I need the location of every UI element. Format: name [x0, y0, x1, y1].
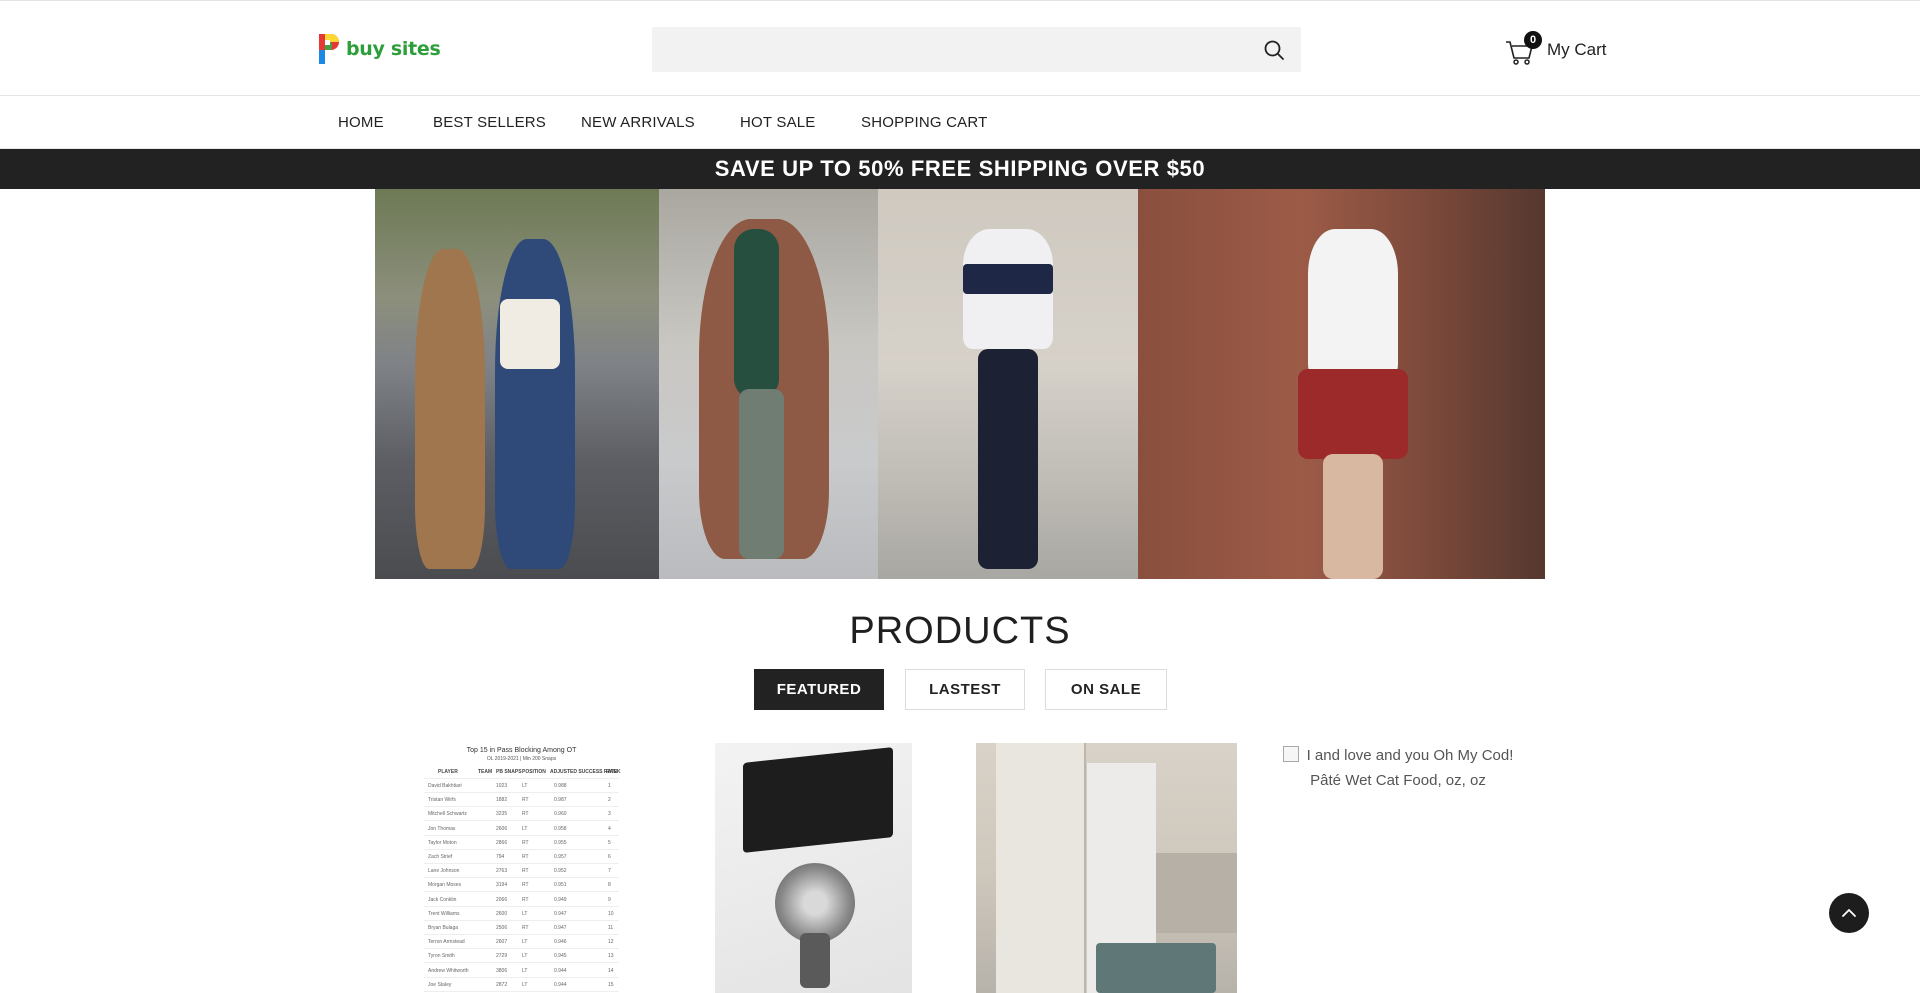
shelf-unit: [996, 743, 1086, 993]
promo-banner: SAVE UP TO 50% FREE SHIPPING OVER $50: [0, 149, 1920, 189]
cart-icon: 0: [1505, 31, 1542, 66]
product-image-2[interactable]: [715, 743, 912, 993]
nav-home[interactable]: HOME: [338, 114, 384, 131]
image-table-header: PLAYER TEAM PB SNAPS POSITION ADJUSTED S…: [424, 765, 620, 779]
reel-box: [743, 747, 893, 853]
search-bar: [652, 27, 1301, 72]
image-table-subtitle: OL 2019-2021 | Min 200 Snaps: [486, 756, 557, 762]
back-to-top-button[interactable]: [1829, 893, 1869, 933]
bunk-bed: [1156, 853, 1237, 933]
image-table-row: Trent Williams 2600 LT 0.947 10: [424, 907, 619, 921]
image-table-row: Andrew Whitworth 3806 LT 0.944 14: [424, 964, 619, 978]
hero-banner[interactable]: [375, 189, 1545, 579]
image-table-row: Lane Johnson 2763 RT 0.952 7: [424, 864, 619, 879]
image-table-row: Joe Staley 2872 LT 0.944 15: [424, 978, 619, 992]
reel-spool: [775, 863, 855, 943]
nav-hot-sale[interactable]: HOT SALE: [740, 114, 816, 131]
image-table-row: Morgan Moses 3194 RT 0.951 8: [424, 878, 619, 893]
image-table-row: Terron Armstead 2607 LT 0.946 12: [424, 935, 619, 950]
image-table-row: Tristan Wirfs 1882 RT 0.987 2: [424, 793, 619, 808]
main-nav: HOME BEST SELLERS NEW ARRIVALS HOT SALE …: [0, 97, 1920, 149]
search-input[interactable]: [652, 27, 1242, 72]
tab-featured[interactable]: FEATURED: [754, 669, 884, 710]
search-icon[interactable]: [1263, 39, 1285, 61]
product-image-3[interactable]: [976, 743, 1237, 993]
site-logo[interactable]: buy sites: [316, 30, 441, 68]
products-heading: PRODUCTS: [849, 610, 1071, 652]
cart-label: My Cart: [1547, 40, 1607, 59]
broken-image-icon: [1282, 746, 1299, 762]
chevron-up-icon: [1842, 909, 1856, 917]
nav-shopping-cart[interactable]: SHOPPING CART: [861, 114, 988, 131]
tab-lastest[interactable]: LASTEST: [905, 669, 1025, 710]
logo-icon: [319, 34, 339, 64]
product-image-1[interactable]: Top 15 in Pass Blocking Among OT OL 2019…: [420, 743, 623, 993]
image-table-row: Tyron Smith 2729 LT 0.945 13: [424, 949, 619, 964]
cart-count-badge: 0: [1524, 31, 1542, 49]
image-table-row: Mitchell Schwartz 3235 RT 0.960 3: [424, 807, 619, 822]
hero-photo-2: [659, 189, 878, 579]
image-table-row: Zach Strief 794 RT 0.957 6: [424, 850, 619, 864]
image-table-row: David Bakhtiari 1023 LT 0.988 1: [424, 779, 619, 793]
broken-image-alt: I and love and you Oh My Cod! Pâté Wet C…: [1306, 747, 1514, 789]
rug: [1096, 943, 1216, 993]
nav-new-arrivals[interactable]: NEW ARRIVALS: [581, 114, 695, 131]
image-table-title: Top 15 in Pass Blocking Among OT: [466, 747, 577, 754]
tab-on-sale[interactable]: ON SALE: [1045, 669, 1167, 710]
image-table-row: Taylor Moton 2866 RT 0.955 5: [424, 836, 619, 850]
nav-best-sellers[interactable]: BEST SELLERS: [433, 114, 546, 131]
image-table-row: Bryan Bulaga 2506 RT 0.947 11: [424, 921, 619, 935]
site-header: buy sites 0 My Cart: [0, 1, 1920, 96]
image-table-row: Jack Conklin 2066 RT 0.949 9: [424, 893, 619, 907]
cart-link[interactable]: 0 My Cart: [1505, 30, 1607, 70]
product-image-4-broken[interactable]: I and love and you Oh My Cod! Pâté Wet C…: [1268, 743, 1528, 793]
reel-foot: [800, 933, 830, 988]
hero-photo-4: [1138, 189, 1545, 579]
hero-photo-1: [375, 189, 659, 579]
image-table-row: Jon Thomas 2606 LT 0.958 4: [424, 822, 619, 836]
hero-photo-3: [878, 189, 1138, 579]
logo-text: buy sites: [346, 38, 441, 60]
